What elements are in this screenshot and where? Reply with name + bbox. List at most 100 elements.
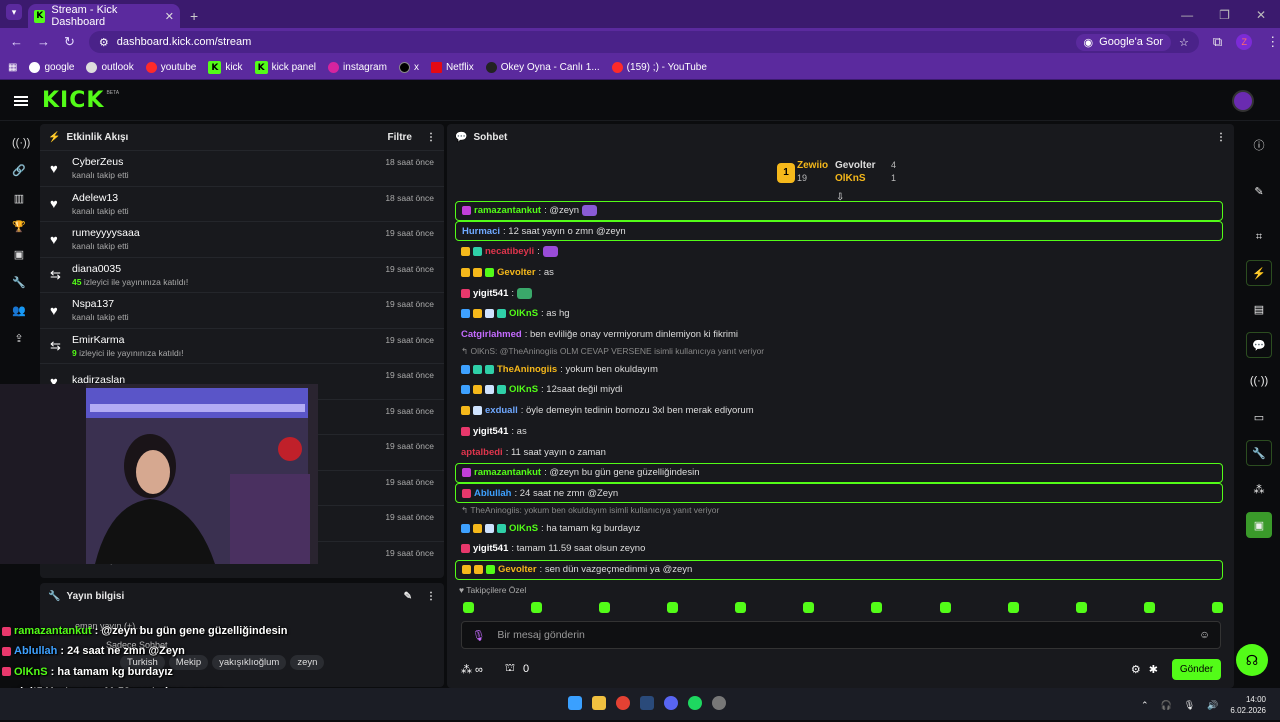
leader-second-name[interactable]: Gevolter — [835, 160, 876, 171]
activity-username[interactable]: EmirKarma — [72, 334, 184, 346]
activity-item[interactable]: ♥ CyberZeus kanalı takip etti 18 saat önce — [40, 150, 444, 186]
maximize-icon[interactable]: ❐ — [1219, 4, 1230, 28]
users-icon[interactable]: 👥 — [12, 304, 26, 318]
chat-toggle-icon[interactable]: 💬 — [1246, 332, 1272, 358]
edit-icon[interactable]: ✎ — [404, 591, 412, 602]
spotify-icon[interactable] — [688, 696, 702, 710]
volume-icon[interactable]: 🔊 — [1207, 700, 1218, 711]
chat-username[interactable]: necatibeyli — [485, 246, 534, 257]
chat-username[interactable]: Ablullah — [474, 488, 511, 499]
chat-username[interactable]: Gevolter — [498, 564, 537, 575]
bookmark-instagram[interactable]: instagram — [328, 62, 387, 73]
chat-message[interactable]: yigit541: — [455, 283, 1223, 304]
chat-message[interactable]: Gevolter: as — [455, 262, 1223, 283]
activity-item[interactable]: ♥ rumeyyyysaaa kanalı takip etti 19 saat ön… — [40, 221, 444, 257]
emote-icon[interactable] — [871, 602, 883, 613]
apps-grid-icon[interactable]: ▦ — [8, 62, 17, 73]
chat-username[interactable]: ramazantankut — [474, 467, 541, 478]
emote-icon[interactable] — [1211, 602, 1223, 613]
activity-item[interactable]: ♥ Nspa137 kanalı takip etti 19 saat önce — [40, 292, 444, 328]
bookmark-youtube[interactable]: youtube — [145, 62, 196, 73]
chat-username[interactable]: ramazantankut — [474, 205, 541, 216]
chat-message[interactable]: Gevolter: sen dün vazgeçmedinmi ya @zeyn — [455, 559, 1223, 580]
emote-icon[interactable] — [463, 602, 474, 613]
chat-username[interactable]: Catgirlahmed — [461, 329, 522, 340]
gift-icon[interactable]: ⛫ — [505, 662, 515, 676]
more-icon[interactable]: ⋮ — [426, 132, 436, 143]
activity-item[interactable]: ⇆ EmirKarma 9 izleyici ile yayınınıza katı… — [40, 327, 444, 364]
settings-icon[interactable]: ⚙ — [1131, 663, 1141, 676]
chat-username[interactable]: yigit541 — [473, 426, 508, 437]
info-icon[interactable]: ⓘ — [1246, 132, 1272, 158]
mic-icon[interactable]: 🎙 — [472, 629, 485, 642]
emote-icon[interactable] — [803, 602, 815, 613]
chat-message[interactable]: yigit541: tamam 11.59 saat olsun zeyno — [455, 539, 1223, 560]
quick-action-icon[interactable]: ⚡ — [1246, 260, 1272, 286]
emote-icon[interactable] — [735, 602, 747, 613]
emote-icon[interactable] — [667, 602, 679, 613]
obs-icon[interactable] — [712, 696, 726, 710]
activity-username[interactable]: CyberZeus — [72, 156, 129, 168]
mic-tray-icon[interactable]: 🎙 — [1184, 700, 1195, 711]
google-ask-button[interactable]: ◉ Google'a Sor — [1075, 33, 1172, 51]
filter-button[interactable]: Filtre — [388, 132, 412, 143]
support-fab-icon[interactable]: ☊ — [1236, 644, 1268, 676]
chat-username[interactable]: TheAninogiis — [497, 364, 557, 375]
chat-message[interactable]: aptalbedi: 11 saat yayın o zaman — [455, 442, 1223, 463]
bookmark-youtube-2[interactable]: (159) ;) - YouTube — [611, 62, 707, 73]
activity-item[interactable]: ⇆ diana0035 45 izleyici ile yayınınıza kat… — [40, 256, 444, 293]
chat-username[interactable]: OlKnS — [509, 523, 538, 534]
chat-message[interactable]: TheAninogiis: yokum ben okuldayım — [455, 359, 1223, 380]
chat-username[interactable]: Gevolter — [497, 267, 536, 278]
emote-icon[interactable] — [599, 602, 611, 613]
more-icon[interactable]: ⋮ — [426, 591, 436, 602]
chat-username[interactable]: yigit541 — [473, 543, 508, 554]
extensions-icon[interactable]: ⧉ — [1213, 34, 1222, 50]
chat-message[interactable]: ramazantankut: @zeyn bu gün gene güzelli… — [455, 462, 1223, 483]
chat-message[interactable]: Ablullah: 24 saat ne zmn @Zeyn — [455, 483, 1223, 504]
stream-icon[interactable]: ((·)) — [12, 136, 30, 150]
wrench-icon[interactable]: 🔧 — [12, 276, 26, 290]
leader-first-name[interactable]: Zewiio — [797, 160, 828, 171]
send-button[interactable]: Gönder — [1172, 658, 1221, 680]
activity-item[interactable]: ♥ Adelew13 kanalı takip etti 18 saat önce — [40, 185, 444, 222]
tools-icon[interactable]: 🔧 — [1246, 440, 1272, 466]
chat-message[interactable]: exduall: öyle demeyin tedinin bornozu 3x… — [455, 400, 1223, 421]
pencil-icon[interactable]: ✎ — [1246, 178, 1272, 204]
chat-tools-icon[interactable]: ✱ — [1149, 663, 1158, 676]
green-app-icon[interactable]: ▣ — [1246, 512, 1272, 538]
bookmark-kick-panel[interactable]: Kkick panel — [254, 61, 316, 74]
tray-arrow-icon[interactable]: ⌃ — [1141, 700, 1149, 711]
activity-username[interactable]: diana0035 — [72, 263, 188, 275]
browser-tab[interactable]: K Stream - Kick Dashboard ✕ — [28, 4, 180, 28]
emote-icon[interactable] — [1007, 602, 1019, 613]
bookmark-google[interactable]: google — [29, 62, 74, 73]
kick-logo[interactable]: KICK — [42, 88, 104, 113]
menu-icon[interactable] — [14, 95, 28, 106]
bookmark-okey[interactable]: Okey Oyna - Canlı 1... — [485, 62, 600, 73]
capture-icon[interactable]: ⌗ — [1246, 224, 1272, 250]
emoji-icon[interactable]: ☺ — [1199, 629, 1210, 641]
activity-username[interactable]: Nspa137 — [72, 298, 129, 310]
profile-avatar[interactable]: Z — [1236, 34, 1253, 50]
chat-message[interactable]: OlKnS: as hg — [455, 304, 1223, 325]
chat-message[interactable]: ramazantankut: @zeyn — [455, 200, 1223, 221]
tab-close-icon[interactable]: ✕ — [165, 10, 174, 23]
more-icon[interactable]: ⋮ — [1216, 132, 1226, 143]
minimize-icon[interactable]: — — [1181, 4, 1193, 28]
clock[interactable]: 14:00 6.02.2026 — [1230, 694, 1266, 716]
window-close-icon[interactable]: ✕ — [1256, 4, 1266, 28]
address-bar[interactable]: ⚙ dashboard.kick.com/stream ◉ Google'a So… — [88, 31, 1199, 53]
link-icon[interactable]: 🔗 — [12, 164, 26, 178]
file-explorer-icon[interactable] — [592, 696, 606, 710]
emote-icon[interactable] — [939, 602, 951, 613]
chat-message[interactable]: OlKnS: ha tamam kg burdayız — [455, 518, 1223, 539]
notes-icon[interactable]: ▤ — [1246, 296, 1272, 322]
headset-icon[interactable]: 🎧 — [1161, 700, 1172, 711]
new-tab-icon[interactable]: + — [190, 4, 198, 28]
bookmark-kick[interactable]: Kkick — [208, 61, 243, 74]
chat-message[interactable]: Hurmaci: 12 saat yayın o zmn @zeyn — [455, 221, 1223, 241]
bookmark-star-icon[interactable]: ☆ — [1179, 36, 1189, 49]
chat-username[interactable]: OlKnS — [509, 308, 538, 319]
browser-menu-icon[interactable]: ⋮ — [1266, 34, 1279, 50]
